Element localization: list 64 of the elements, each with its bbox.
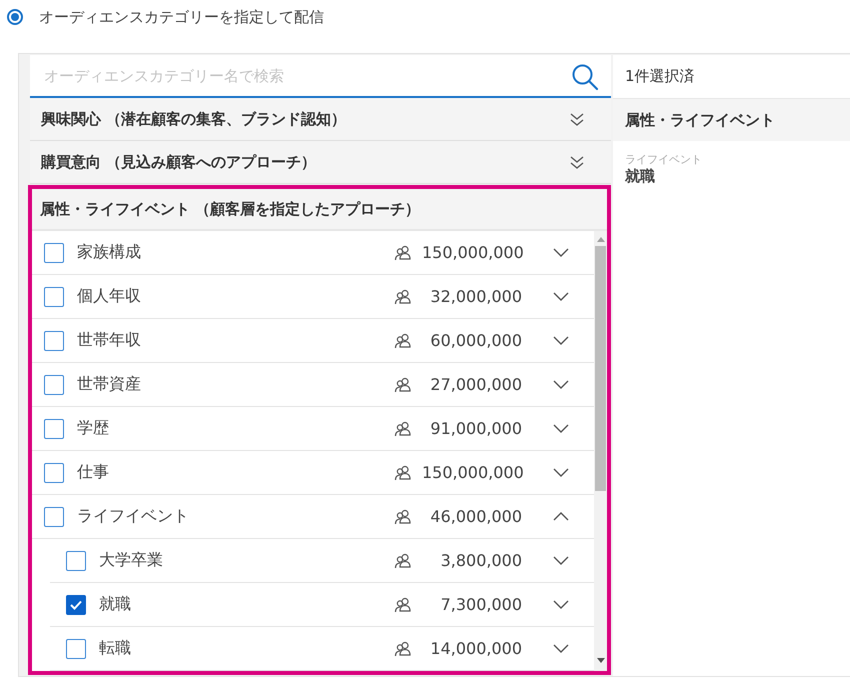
chevron-down-icon[interactable] [552,422,570,435]
people-icon [394,464,412,480]
checkbox[interactable] [44,242,64,262]
selection-value: 就職 [625,167,656,186]
checkbox[interactable] [44,330,64,350]
audience-count: 7,300,000 [440,595,522,614]
people-icon [394,596,412,612]
audience-count: 60,000,000 [429,331,522,350]
checkbox[interactable] [44,462,64,482]
item-label: ライフイベント [77,506,190,527]
audience-count: 150,000,000 [422,243,522,262]
audience-count: 3,800,000 [440,551,522,570]
people-icon [394,288,412,304]
people-icon [394,244,412,260]
chevron-down-icon[interactable] [552,334,570,347]
double-chevron-icon[interactable] [569,154,585,170]
item-label: 家族構成 [77,242,142,263]
radio-button[interactable] [7,9,23,25]
audience-count: 32,000,000 [429,287,522,306]
item-label: 世帯年収 [77,330,142,351]
checkbox[interactable] [66,638,86,658]
audience-count: 27,000,000 [429,375,522,394]
people-icon [394,420,412,436]
chevron-down-icon[interactable] [552,466,570,479]
item-label: 仕事 [77,462,110,483]
chevron-up-icon[interactable] [552,510,570,523]
people-icon [394,640,412,656]
selection-group-header: 属性・ライフイベント [613,99,850,141]
item-label: 個人年収 [77,286,142,307]
item-label: 転職 [99,638,132,659]
item-label: 世帯資産 [77,374,142,395]
people-icon [394,552,412,568]
chevron-down-icon[interactable] [552,378,570,391]
people-icon [394,332,412,348]
search-field[interactable]: オーディエンスカテゴリー名で検索 [30,55,611,98]
audience-count: 46,000,000 [429,507,522,526]
item-label: 大学卒業 [99,550,164,571]
search-icon [571,63,599,91]
chevron-down-icon[interactable] [552,246,570,259]
chevron-down-icon[interactable] [552,642,570,655]
item-label: 就職 [99,594,132,615]
people-icon [394,508,412,524]
item-label: 学歴 [77,418,110,439]
audience-count: 14,000,000 [429,639,522,658]
checkbox[interactable] [44,506,64,526]
category-title: 購買意向 （見込み顧客へのアプローチ） [41,152,316,172]
checkbox[interactable] [66,594,86,614]
chevron-down-icon[interactable] [552,290,570,303]
audience-count: 91,000,000 [429,419,522,438]
people-icon [394,376,412,392]
checkbox[interactable] [44,286,64,306]
chevron-down-icon[interactable] [552,554,570,567]
checkbox[interactable] [44,374,64,394]
chevron-down-icon[interactable] [552,598,570,611]
checkbox[interactable] [66,550,86,570]
audience-count: 150,000,000 [422,463,522,482]
check-icon [69,598,83,610]
checkbox[interactable] [44,418,64,438]
double-chevron-icon[interactable] [569,111,585,127]
selection-category: ライフイベント [625,152,703,167]
category-title: 興味関心 （潜在顧客の集客、ブランド認知） [41,110,346,128]
radio-label: オーディエンスカテゴリーを指定して配信 [39,8,324,26]
scrollbar[interactable] [594,231,607,671]
category-title: 属性・ライフイベント （顧客層を指定したアプローチ） [40,200,420,218]
